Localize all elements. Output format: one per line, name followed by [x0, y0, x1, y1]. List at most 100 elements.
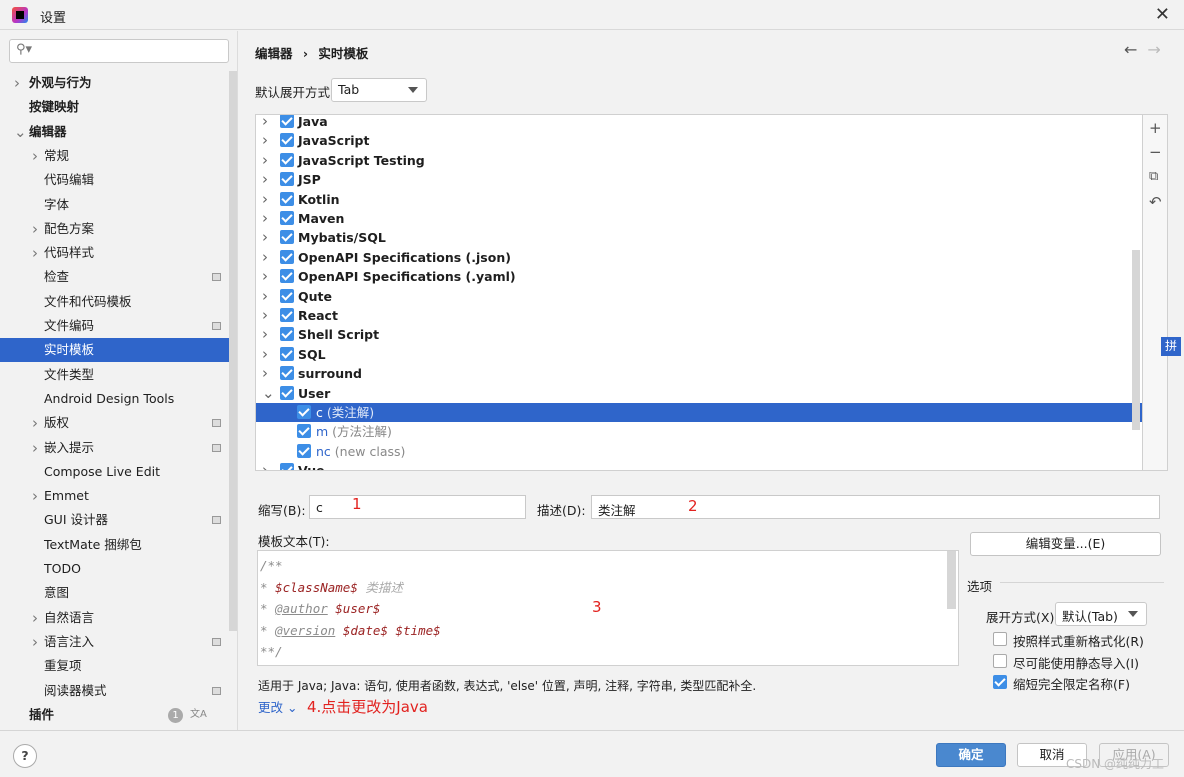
sidebar-item[interactable]: 文件编码 — [0, 314, 230, 338]
restore-icon[interactable]: ↶ — [1149, 193, 1162, 211]
checkbox[interactable] — [280, 308, 294, 322]
chevron-right-icon[interactable]: › — [262, 228, 268, 247]
close-icon[interactable]: ✕ — [1155, 4, 1170, 25]
template-group[interactable]: › JSP — [256, 170, 1142, 189]
checkbox[interactable] — [280, 191, 294, 206]
abbreviation-input[interactable]: c — [309, 495, 526, 519]
template-group[interactable]: › Shell Script — [256, 325, 1142, 344]
chevron-right-icon[interactable]: › — [262, 306, 268, 325]
sidebar-item[interactable]: 实时模板 — [0, 338, 230, 363]
sidebar-item[interactable]: › 自然语言 — [0, 606, 230, 630]
tree-scrollbar[interactable] — [1132, 250, 1140, 430]
template-group[interactable]: › JavaScript — [256, 131, 1142, 150]
template-item[interactable]: m (方法注解) — [256, 422, 1142, 441]
option-checkbox[interactable] — [993, 632, 1007, 646]
sidebar-item[interactable]: TODO — [0, 557, 230, 581]
search-input[interactable]: ⚲▾ — [9, 39, 229, 63]
chevron-right-icon[interactable]: › — [32, 144, 38, 168]
chevron-right-icon[interactable]: › — [32, 484, 38, 508]
template-text-editor[interactable]: /** * $className$ 类描述 * @author $user$ *… — [257, 550, 959, 666]
template-group[interactable]: › Java — [256, 115, 1142, 131]
forward-arrow-icon[interactable]: → — [1147, 40, 1160, 59]
sidebar-item[interactable]: 插件 1 文A — [0, 703, 230, 727]
sidebar-item[interactable]: TextMate 捆绑包 — [0, 533, 230, 557]
sidebar-item[interactable]: 按键映射 — [0, 95, 230, 119]
chevron-right-icon[interactable]: › — [32, 630, 38, 654]
checkbox[interactable] — [280, 211, 294, 225]
chevron-right-icon[interactable]: › — [262, 190, 268, 209]
sidebar-item[interactable]: Android Design Tools — [0, 387, 230, 411]
template-group[interactable]: › SQL — [256, 345, 1142, 364]
help-button[interactable]: ? — [13, 744, 37, 768]
checkbox[interactable] — [280, 288, 294, 303]
sidebar-scrollbar[interactable] — [229, 71, 237, 631]
chevron-right-icon[interactable]: › — [262, 115, 268, 131]
chevron-right-icon[interactable]: › — [262, 364, 268, 383]
sidebar-item[interactable]: › 代码样式 — [0, 241, 230, 265]
chevron-down-icon[interactable]: ⌄ — [262, 384, 275, 403]
sidebar-item[interactable]: › 嵌入提示 — [0, 436, 230, 460]
copy-icon[interactable]: ⧉ — [1149, 169, 1158, 184]
sidebar-item[interactable]: 字体 — [0, 193, 230, 217]
sidebar-item[interactable]: 阅读器模式 — [0, 679, 230, 703]
chevron-right-icon[interactable]: › — [262, 170, 268, 189]
checkbox[interactable] — [297, 405, 311, 419]
sidebar-item[interactable]: › 外观与行为 — [0, 71, 230, 95]
checkbox[interactable] — [280, 269, 294, 284]
template-group[interactable]: › JavaScript Testing — [256, 151, 1142, 170]
template-group[interactable]: › OpenAPI Specifications (.yaml) — [256, 267, 1142, 286]
default-expand-select[interactable]: Tab — [331, 78, 427, 102]
template-group[interactable]: › Kotlin — [256, 190, 1142, 209]
sidebar-item[interactable]: › 常规 — [0, 144, 230, 168]
chevron-right-icon[interactable]: › — [262, 461, 268, 470]
sidebar-item[interactable]: › 配色方案 — [0, 217, 230, 241]
sidebar-item[interactable]: 意图 — [0, 581, 230, 605]
option-label[interactable]: 按照样式重新格式化(R) — [1013, 631, 1144, 650]
chevron-right-icon[interactable]: › — [262, 345, 268, 364]
sidebar-item[interactable]: 检查 — [0, 265, 230, 289]
chevron-right-icon[interactable]: › — [262, 287, 268, 306]
template-item[interactable]: c (类注解) — [256, 403, 1142, 423]
option-checkbox[interactable] — [993, 675, 1007, 689]
change-contexts-link[interactable]: 更改 ⌄ — [258, 697, 297, 716]
sidebar-item[interactable]: › Emmet — [0, 484, 230, 508]
ok-button[interactable]: 确定 — [936, 743, 1006, 767]
template-group[interactable]: › Qute — [256, 287, 1142, 306]
template-group[interactable]: › Vue — [256, 461, 1142, 470]
sidebar-item[interactable]: GUI 设计器 — [0, 508, 230, 532]
sidebar-item[interactable]: 重复项 — [0, 654, 230, 678]
chevron-right-icon[interactable]: › — [14, 71, 20, 95]
breadcrumb-editor[interactable]: 编辑器 — [255, 46, 293, 61]
checkbox[interactable] — [280, 366, 294, 381]
checkbox[interactable] — [280, 172, 294, 187]
sidebar-item[interactable]: › 版权 — [0, 411, 230, 435]
chevron-right-icon[interactable]: › — [262, 325, 268, 344]
chevron-right-icon[interactable]: › — [262, 267, 268, 286]
chevron-right-icon[interactable]: › — [262, 248, 268, 267]
expand-with-select[interactable]: 默认(Tab) — [1055, 602, 1147, 626]
template-group[interactable]: › React — [256, 306, 1142, 325]
sidebar-item[interactable]: 文件和代码模板 — [0, 290, 230, 314]
option-checkbox[interactable] — [993, 653, 1007, 668]
template-group[interactable]: › OpenAPI Specifications (.json) — [256, 248, 1142, 267]
add-icon[interactable]: + — [1149, 119, 1162, 137]
chevron-right-icon[interactable]: › — [262, 151, 268, 170]
checkbox[interactable] — [280, 152, 294, 167]
sidebar-item[interactable]: › 语言注入 — [0, 630, 230, 654]
translate-icon[interactable]: 文A — [190, 703, 207, 727]
chevron-right-icon[interactable]: › — [262, 209, 268, 228]
chevron-right-icon[interactable]: › — [32, 217, 38, 241]
checkbox[interactable] — [280, 463, 294, 470]
chevron-right-icon[interactable]: › — [262, 131, 268, 150]
option-label[interactable]: 尽可能使用静态导入(I) — [1013, 653, 1139, 672]
sidebar-item[interactable]: 文件类型 — [0, 363, 230, 387]
checkbox[interactable] — [297, 443, 311, 458]
chevron-right-icon[interactable]: › — [32, 436, 38, 460]
editor-scrollbar[interactable] — [947, 551, 956, 609]
chevron-right-icon[interactable]: › — [32, 606, 38, 630]
sidebar-item[interactable]: Compose Live Edit — [0, 460, 230, 484]
checkbox[interactable] — [280, 133, 294, 148]
template-group[interactable]: › Maven — [256, 209, 1142, 228]
checkbox[interactable] — [280, 230, 294, 245]
chevron-right-icon[interactable]: › — [32, 411, 38, 435]
